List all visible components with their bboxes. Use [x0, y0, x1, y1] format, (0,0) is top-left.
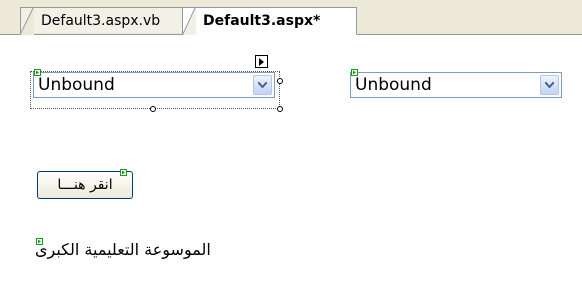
encyclopedia-label[interactable]: الموسوعة التعليمية الكبرى — [35, 240, 211, 260]
resize-handle-right[interactable] — [277, 78, 283, 84]
dropdown-button[interactable] — [253, 75, 272, 95]
document-tab-bar: Default3.aspx.vb Default3.aspx* — [0, 4, 582, 35]
tab-slant — [182, 8, 196, 35]
resize-handle-bottom[interactable] — [150, 106, 156, 112]
tab-default3-aspx[interactable]: Default3.aspx* — [182, 7, 357, 35]
tab-label: Default3.aspx.vb — [41, 13, 161, 29]
dropdown-list-1[interactable]: Unbound — [33, 72, 275, 98]
design-surface[interactable]: Unbound Unbound انقر هنـــا الموسوعة الت… — [0, 35, 582, 288]
tab-default3-aspx-vb[interactable]: Default3.aspx.vb — [20, 7, 183, 35]
chevron-down-icon — [258, 82, 267, 88]
dropdown-list-2[interactable]: Unbound — [350, 72, 562, 98]
smart-tag-arrow-icon — [259, 58, 264, 66]
server-control-glyph-icon — [120, 169, 127, 176]
server-control-glyph-icon — [351, 69, 358, 76]
dropdown-button[interactable] — [540, 75, 559, 95]
dropdown-value: Unbound — [355, 75, 432, 95]
smart-tag-button[interactable] — [255, 55, 268, 68]
click-here-button[interactable]: انقر هنـــا — [37, 171, 133, 199]
tab-label: Default3.aspx* — [203, 13, 321, 29]
resize-handle-bottom-right[interactable] — [277, 106, 283, 112]
chevron-down-icon — [545, 82, 554, 88]
server-control-glyph-icon — [34, 69, 41, 76]
server-control-glyph-icon — [36, 238, 43, 245]
dropdown-value: Unbound — [38, 75, 115, 95]
tab-slant — [20, 8, 34, 35]
